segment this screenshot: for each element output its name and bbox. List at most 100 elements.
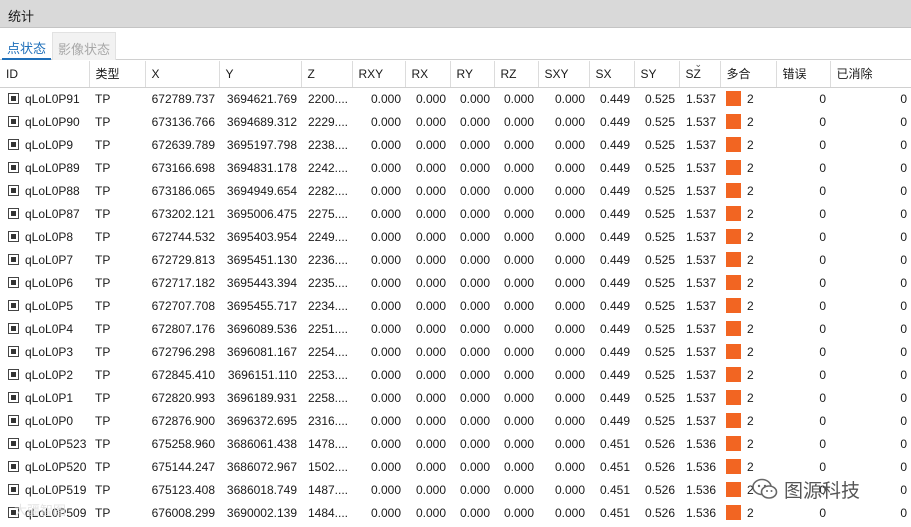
- point-checkbox-icon[interactable]: [8, 299, 19, 311]
- cell-rz: 0.000: [503, 275, 534, 290]
- cell-sz: 1.537: [685, 390, 716, 405]
- column-header-rz[interactable]: RZ: [494, 61, 539, 88]
- cell-error: 0: [819, 275, 826, 290]
- cell-rxy: 0.000: [370, 482, 401, 497]
- cell-sy: 0.526: [644, 482, 675, 497]
- cell-removed: 0: [900, 367, 907, 382]
- table-row[interactable]: qLoL0P7 TP 672729.813 3695451.130 2236.... 0.…: [0, 248, 911, 271]
- cell-type: TP: [95, 321, 111, 336]
- point-checkbox-icon[interactable]: [8, 138, 19, 150]
- cell-y: 3696372.695: [226, 413, 297, 428]
- column-header-多合[interactable]: 多合: [720, 61, 777, 88]
- table-row[interactable]: qLoL0P5 TP 672707.708 3695455.717 2234.... 0.…: [0, 294, 911, 317]
- column-header-z[interactable]: Z: [301, 61, 353, 88]
- cell-rxy: 0.000: [370, 91, 401, 106]
- column-header-sx[interactable]: SX: [589, 61, 635, 88]
- table-row[interactable]: qLoL0P519 TP 675123.408 3686018.749 1487....…: [0, 478, 911, 501]
- point-checkbox-icon[interactable]: [8, 207, 19, 219]
- point-checkbox-icon[interactable]: [8, 322, 19, 334]
- table-row[interactable]: qLoL0P2 TP 672845.410 3696151.110 2253.... 0.…: [0, 363, 911, 386]
- multi-color-swatch: [726, 344, 741, 359]
- column-header-label: SXY: [544, 66, 569, 81]
- table-row[interactable]: qLoL0P6 TP 672717.182 3695443.394 2235.... 0.…: [0, 271, 911, 294]
- cell-id: qLoL0P89: [0, 156, 89, 179]
- tab-image-status[interactable]: 影像状态: [52, 32, 117, 60]
- tab-point-status[interactable]: 点状态: [2, 32, 52, 60]
- point-id: qLoL0P3: [25, 344, 74, 359]
- column-header-sy[interactable]: SY: [634, 61, 680, 88]
- point-checkbox-icon[interactable]: [8, 230, 19, 242]
- point-checkbox-icon[interactable]: [8, 483, 19, 495]
- cell-y: 3696151.110: [227, 367, 297, 382]
- column-header-rxy[interactable]: RXY: [352, 61, 406, 88]
- point-checkbox-icon[interactable]: [8, 184, 19, 196]
- table-row[interactable]: qLoL0P87 TP 673202.121 3695006.475 2275.... 0…: [0, 202, 911, 225]
- point-checkbox-icon[interactable]: [8, 460, 19, 472]
- cell-rxy: 0.000: [370, 413, 401, 428]
- multi-value: 2: [747, 161, 754, 175]
- cell-sxy: 0.000: [554, 436, 585, 451]
- point-checkbox-icon[interactable]: [8, 391, 19, 403]
- cell-ry: 0.000: [459, 367, 490, 382]
- cell-y: 3695006.475: [226, 206, 297, 221]
- column-header-rx[interactable]: RX: [405, 61, 451, 88]
- cell-ry: 0.000: [459, 321, 490, 336]
- cell-y: 3694689.312: [226, 114, 297, 129]
- point-checkbox-icon[interactable]: [8, 92, 19, 104]
- cell-sxy: 0.000: [554, 160, 585, 175]
- cell-z: 2249....: [307, 229, 348, 244]
- point-checkbox-icon[interactable]: [8, 506, 19, 518]
- table-row[interactable]: qLoL0P509 TP 676008.299 3690002.139 1484....…: [0, 501, 911, 524]
- column-header-label: X: [151, 66, 160, 81]
- cell-sxy: 0.000: [554, 206, 585, 221]
- table-row[interactable]: qLoL0P4 TP 672807.176 3696089.536 2251.... 0.…: [0, 317, 911, 340]
- point-checkbox-icon[interactable]: [8, 437, 19, 449]
- cell-type: TP: [95, 482, 111, 497]
- column-header-已消除[interactable]: 已消除: [830, 61, 911, 88]
- column-header-类型[interactable]: 类型: [89, 61, 146, 88]
- point-checkbox-icon[interactable]: [8, 276, 19, 288]
- column-header-ry[interactable]: RY: [450, 61, 495, 88]
- point-checkbox-icon[interactable]: [8, 368, 19, 380]
- cell-id: qLoL0P7: [0, 248, 89, 271]
- multi-value: 2: [747, 506, 754, 520]
- table-row[interactable]: qLoL0P1 TP 672820.993 3696189.931 2258.... 0.…: [0, 386, 911, 409]
- point-checkbox-icon[interactable]: [8, 115, 19, 127]
- table-row[interactable]: qLoL0P3 TP 672796.298 3696081.167 2254.... 0.…: [0, 340, 911, 363]
- cell-y: 3686018.749: [226, 482, 297, 497]
- column-header-y[interactable]: Y: [219, 61, 302, 88]
- point-checkbox-icon[interactable]: [8, 253, 19, 265]
- column-header-sz[interactable]: SZ ⌄: [679, 61, 721, 88]
- point-checkbox-icon[interactable]: [8, 345, 19, 357]
- table-row[interactable]: qLoL0P89 TP 673166.698 3694831.178 2242.... 0…: [0, 156, 911, 179]
- column-header-错误[interactable]: 错误: [776, 61, 831, 88]
- table-row[interactable]: qLoL0P523 TP 675258.960 3686061.438 1478....…: [0, 432, 911, 455]
- cell-rx: 0.000: [415, 459, 446, 474]
- cell-multi: 2: [720, 133, 776, 156]
- point-checkbox-icon[interactable]: [8, 161, 19, 173]
- cell-sy: 0.525: [644, 183, 675, 198]
- cell-rz: 0.000: [503, 229, 534, 244]
- table-row[interactable]: qLoL0P520 TP 675144.247 3686072.967 1502....…: [0, 455, 911, 478]
- cell-error: 0: [819, 321, 826, 336]
- table-row[interactable]: qLoL0P91 TP 672789.737 3694621.769 2200.... 0…: [0, 87, 911, 110]
- table-row[interactable]: qLoL0P0 TP 672876.900 3696372.695 2316.... 0.…: [0, 409, 911, 432]
- cell-removed: 0: [900, 390, 907, 405]
- column-header-sxy[interactable]: SXY: [538, 61, 590, 88]
- table-row[interactable]: qLoL0P9 TP 672639.789 3695197.798 2238.... 0.…: [0, 133, 911, 156]
- cell-type: TP: [95, 436, 111, 451]
- column-header-id[interactable]: ID: [0, 61, 90, 88]
- cell-removed: 0: [900, 91, 907, 106]
- table-row[interactable]: qLoL0P90 TP 673136.766 3694689.312 2229.... 0…: [0, 110, 911, 133]
- point-checkbox-icon[interactable]: [8, 414, 19, 426]
- cell-sxy: 0.000: [554, 459, 585, 474]
- cell-rx: 0.000: [415, 321, 446, 336]
- column-header-x[interactable]: X: [145, 61, 220, 88]
- cell-ry: 0.000: [459, 160, 490, 175]
- table-row[interactable]: qLoL0P8 TP 672744.532 3695403.954 2249.... 0.…: [0, 225, 911, 248]
- cell-type: TP: [95, 206, 111, 221]
- cell-id: qLoL0P523: [0, 432, 89, 455]
- cell-sy: 0.525: [644, 344, 675, 359]
- table-row[interactable]: qLoL0P88 TP 673186.065 3694949.654 2282.... 0…: [0, 179, 911, 202]
- cell-rx: 0.000: [415, 344, 446, 359]
